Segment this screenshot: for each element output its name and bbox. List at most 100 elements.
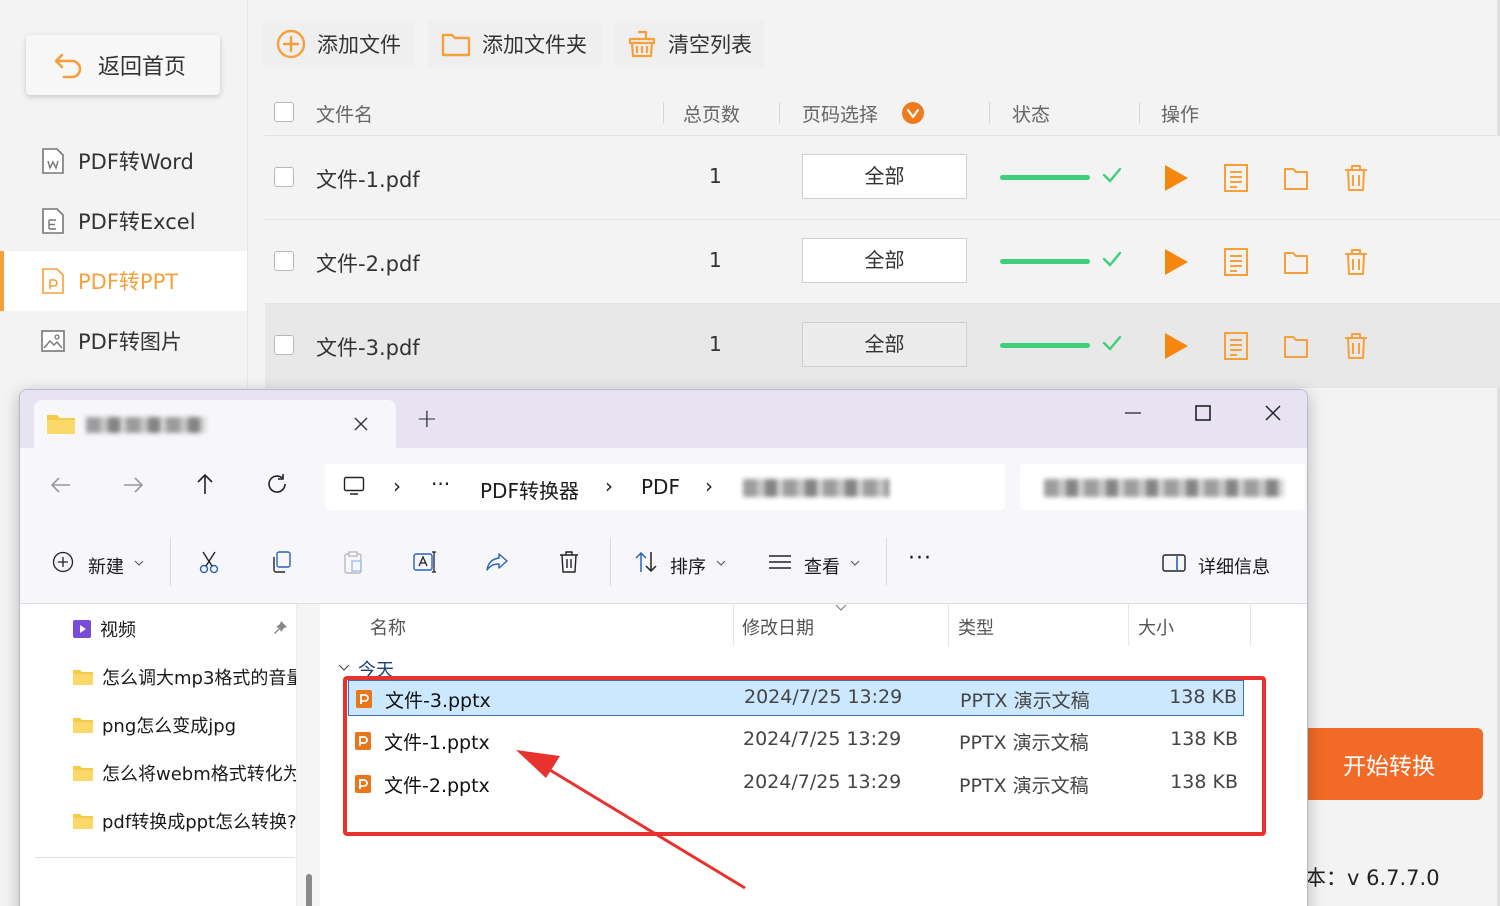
nav-pane-label: 怎么调大mp3格式的音量 [102, 668, 297, 689]
page-range-select[interactable]: 全部 [802, 154, 967, 199]
clear-list-button[interactable]: 清空列表 [614, 20, 764, 68]
row-checkbox[interactable] [274, 167, 294, 187]
folder-icon[interactable] [1282, 163, 1310, 193]
back-home-button[interactable]: 返回首页 [26, 35, 220, 95]
dropdown-badge-icon[interactable] [901, 101, 925, 125]
back-arrow-icon[interactable] [50, 475, 72, 495]
new-tab-button[interactable]: + [416, 404, 438, 434]
nav-pdf-to-word[interactable]: PDF转Word [0, 131, 247, 191]
folder-icon[interactable] [1282, 331, 1310, 361]
more-options-button[interactable]: ··· [908, 546, 932, 571]
header-filename: 文件名 [316, 104, 374, 126]
play-icon[interactable] [1162, 247, 1190, 277]
explorer-nav-bar: › ··· PDF转换器 › PDF › [20, 448, 1307, 522]
share-icon[interactable] [485, 550, 509, 574]
document-icon[interactable] [1222, 247, 1250, 277]
minimize-icon[interactable] [1124, 404, 1142, 422]
explorer-command-bar: 新建 排序 查看 ··· 详细信息 [20, 522, 1307, 604]
document-icon[interactable] [1222, 331, 1250, 361]
nav-pane-item[interactable]: 怎么将webm格式转化为 [72, 758, 297, 788]
new-button[interactable]: 新建 [88, 553, 124, 579]
nav-pdf-to-excel[interactable]: PDF转Excel [0, 191, 247, 251]
add-folder-label: 添加文件夹 [482, 33, 587, 57]
header-status: 状态 [1012, 104, 1051, 126]
paste-icon[interactable] [342, 550, 364, 574]
view-list-icon [769, 555, 791, 569]
highlight-box [343, 676, 1266, 836]
close-tab-icon[interactable] [353, 416, 369, 432]
sort-button[interactable]: 排序 [670, 553, 706, 579]
trash-icon[interactable] [1342, 163, 1370, 193]
progress-bar [1000, 259, 1090, 264]
add-file-button[interactable]: 添加文件 [263, 20, 415, 68]
folder-icon[interactable] [1282, 247, 1310, 277]
scrollbar-thumb[interactable] [306, 874, 312, 906]
header-page-select: 页码选择 [802, 104, 879, 126]
start-convert-button[interactable]: 开始转换 [1295, 728, 1483, 800]
column-divider [1250, 604, 1251, 646]
command-divider [170, 538, 171, 586]
address-bar[interactable]: › ··· PDF转换器 › PDF › [325, 464, 1005, 510]
play-icon[interactable] [1162, 331, 1190, 361]
column-type[interactable]: 类型 [958, 614, 994, 640]
navigation-pane: 视频 怎么调大mp3格式的音量 png怎么变成jpg 怎么将webm格式转化为 … [20, 604, 297, 906]
nav-pane-item[interactable]: pdf转换成ppt怎么转换? [72, 806, 297, 836]
check-icon [1102, 251, 1122, 267]
nav-pdf-to-ppt[interactable]: PDF转PPT [0, 251, 247, 311]
header-pages: 总页数 [683, 104, 741, 126]
view-button[interactable]: 查看 [804, 553, 840, 579]
nav-label: PDF转Excel [78, 210, 196, 234]
document-icon[interactable] [1222, 163, 1250, 193]
search-box[interactable] [1020, 464, 1305, 510]
redacted-path [743, 479, 889, 497]
add-file-label: 添加文件 [317, 33, 401, 57]
trash-icon[interactable] [1342, 331, 1370, 361]
folder-icon [73, 718, 93, 733]
nav-pane-item[interactable]: 怎么调大mp3格式的音量 [72, 662, 297, 692]
nav-label: PDF转PPT [78, 270, 179, 294]
cut-icon[interactable] [198, 550, 220, 574]
delete-icon[interactable] [558, 550, 580, 574]
forward-arrow-icon[interactable] [122, 475, 144, 495]
maximize-icon[interactable] [1194, 404, 1212, 422]
column-size[interactable]: 大小 [1138, 614, 1174, 640]
row-filename: 文件-1.pdf [316, 168, 420, 192]
select-all-checkbox[interactable] [274, 102, 294, 122]
header-divider [663, 102, 664, 124]
close-window-icon[interactable] [1264, 404, 1282, 422]
video-folder-icon [73, 620, 91, 638]
refresh-icon[interactable] [266, 473, 288, 495]
column-modified[interactable]: 修改日期 [742, 614, 814, 640]
row-checkbox[interactable] [274, 335, 294, 355]
this-pc-icon [343, 476, 365, 495]
explorer-titlebar: + [20, 390, 1307, 448]
details-button[interactable]: 详细信息 [1198, 553, 1270, 579]
nav-pdf-to-image[interactable]: PDF转图片 [0, 311, 247, 371]
redacted-search-placeholder [1044, 479, 1284, 497]
group-collapse-icon[interactable] [338, 664, 350, 672]
up-arrow-icon[interactable] [195, 473, 215, 495]
copy-icon[interactable] [270, 550, 292, 574]
pin-icon[interactable] [272, 620, 288, 636]
progress-bar [1000, 343, 1090, 348]
add-folder-button[interactable]: 添加文件夹 [428, 20, 602, 68]
nav-pane-item[interactable]: 视频 [72, 614, 136, 644]
breadcrumb-pdf[interactable]: PDF [641, 475, 680, 499]
breadcrumb-pdf-converter[interactable]: PDF转换器 [480, 475, 579, 504]
explorer-tab[interactable] [34, 400, 396, 448]
folder-icon [73, 766, 93, 781]
nav-pane-label: 视频 [100, 620, 136, 641]
row-checkbox[interactable] [274, 251, 294, 271]
page-range-select[interactable]: 全部 [802, 238, 967, 283]
page-range-select[interactable]: 全部 [802, 322, 967, 367]
play-icon[interactable] [1162, 163, 1190, 193]
trash-icon[interactable] [1342, 247, 1370, 277]
breadcrumb-more[interactable]: ··· [431, 472, 450, 496]
column-name[interactable]: 名称 [370, 614, 406, 640]
folder-icon [73, 814, 93, 829]
nav-pane-item[interactable]: png怎么变成jpg [72, 710, 236, 740]
rename-icon[interactable] [412, 550, 438, 574]
nav-pane-scrollbar[interactable] [296, 604, 320, 906]
details-pane-icon [1162, 554, 1186, 572]
undo-arrow-icon [54, 53, 82, 79]
